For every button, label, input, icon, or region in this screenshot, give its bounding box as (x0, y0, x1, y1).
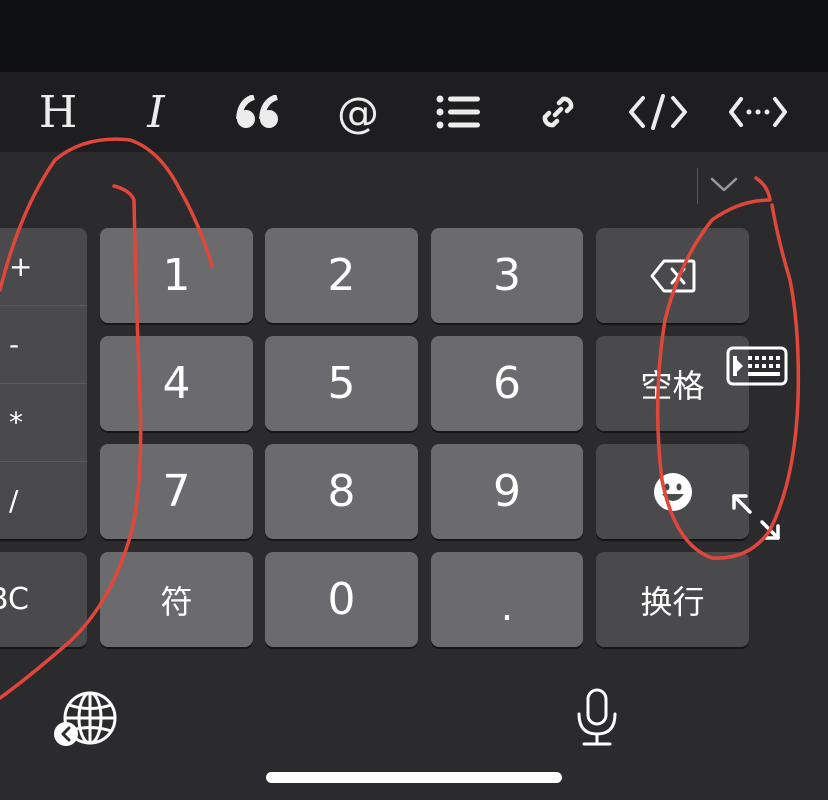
heading-label: H (38, 86, 78, 138)
italic-button[interactable]: I (126, 72, 186, 152)
key-1[interactable]: 1 (100, 228, 253, 323)
key-9-label: 9 (493, 466, 521, 517)
divide-key[interactable]: / (0, 462, 87, 539)
backspace-icon (650, 259, 695, 292)
quote-icon (236, 95, 279, 128)
list-icon (436, 95, 480, 129)
key-0[interactable]: 0 (265, 552, 418, 647)
symbol-label: 符 (160, 582, 193, 621)
key-7-label: 7 (162, 466, 191, 517)
return-key[interactable]: 换行 (596, 552, 749, 647)
resize-button[interactable] (730, 492, 782, 542)
code-button[interactable] (628, 72, 688, 152)
link-icon (542, 96, 574, 128)
abc-key[interactable]: BC (0, 552, 87, 647)
key-4-label: 4 (162, 358, 191, 409)
return-label: 换行 (640, 582, 705, 621)
resize-icon (732, 494, 780, 540)
dismiss-keyboard-button[interactable] (704, 170, 744, 200)
dot-key[interactable]: . (431, 552, 583, 647)
link-button[interactable] (528, 72, 588, 152)
abc-label: BC (0, 582, 30, 617)
key-3[interactable]: 3 (431, 228, 583, 323)
emoji-icon (653, 472, 692, 511)
minus-label: - (9, 328, 20, 361)
minus-key[interactable]: - (0, 306, 87, 383)
top-bar (0, 0, 828, 72)
quote-button[interactable] (228, 72, 288, 152)
floating-keyboard-icon (726, 346, 788, 386)
plus-key[interactable]: + (0, 228, 87, 305)
mention-button[interactable]: @ (328, 72, 388, 152)
operator-panel: + - * / (0, 228, 87, 539)
key-3-label: 3 (493, 250, 521, 301)
code-icon (629, 94, 687, 130)
key-8-label: 8 (327, 466, 356, 517)
microphone-icon (577, 688, 617, 746)
multiply-key[interactable]: * (0, 384, 87, 461)
home-indicator (266, 772, 562, 783)
italic-label: I (147, 86, 165, 138)
formatting-toolbar: H I @ (0, 72, 828, 152)
chevron-down-icon (710, 177, 738, 192)
key-9[interactable]: 9 (431, 444, 583, 539)
list-button[interactable] (428, 72, 488, 152)
key-1-label: 1 (162, 250, 191, 301)
key-4[interactable]: 4 (100, 336, 253, 431)
heading-button[interactable]: H (28, 72, 88, 152)
horizontal-rule-icon (729, 97, 787, 127)
key-0-label: 0 (327, 574, 356, 625)
key-6-label: 6 (493, 358, 521, 409)
space-label: 空格 (640, 366, 705, 405)
key-8[interactable]: 8 (265, 444, 418, 539)
globe-button[interactable] (52, 688, 122, 748)
globe-icon (54, 691, 117, 746)
key-6[interactable]: 6 (431, 336, 583, 431)
key-5-label: 5 (327, 358, 356, 409)
key-2-label: 2 (327, 250, 356, 301)
multiply-label: * (9, 406, 23, 439)
emoji-key[interactable] (596, 444, 749, 539)
dot-label: . (500, 583, 514, 630)
key-5[interactable]: 5 (265, 336, 418, 431)
plus-label: + (9, 250, 33, 283)
microphone-button[interactable] (574, 688, 620, 748)
symbol-key[interactable]: 符 (100, 552, 253, 647)
key-2[interactable]: 2 (265, 228, 418, 323)
divide-label: / (9, 484, 19, 517)
delete-key[interactable] (596, 228, 749, 323)
key-7[interactable]: 7 (100, 444, 253, 539)
divider (697, 168, 698, 204)
floating-keyboard-button[interactable] (726, 346, 788, 386)
mention-label: @ (337, 87, 379, 137)
horizontal-rule-button[interactable] (728, 72, 788, 152)
